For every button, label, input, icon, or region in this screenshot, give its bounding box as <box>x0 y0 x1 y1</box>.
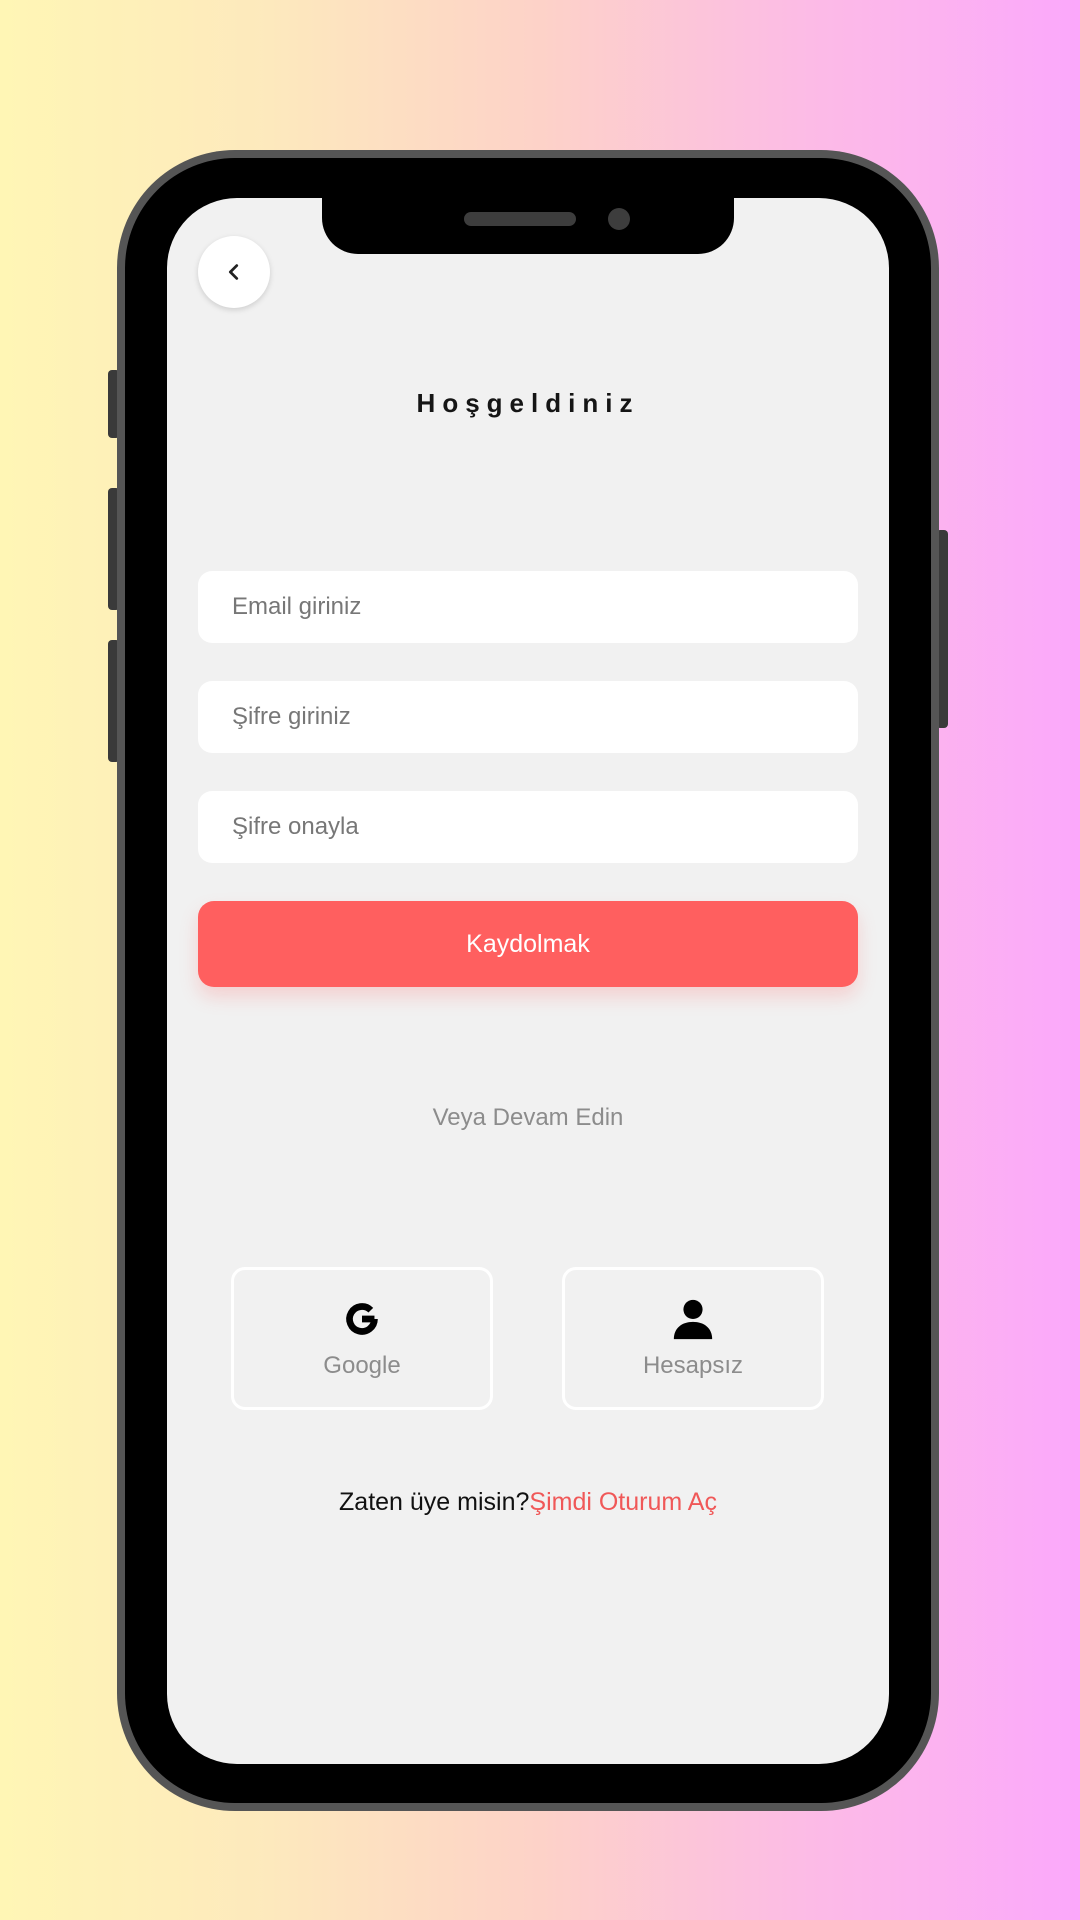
google-login-button[interactable]: Google <box>231 1267 493 1410</box>
confirm-password-field[interactable] <box>198 791 858 863</box>
page-title: Hoşgeldiniz <box>416 388 640 418</box>
google-icon <box>346 1303 378 1335</box>
guest-login-label: Hesapsız <box>642 1352 744 1379</box>
password-field[interactable] <box>198 681 858 753</box>
guest-login-button[interactable]: Hesapsız <box>562 1267 824 1410</box>
google-login-label: Google <box>323 1352 401 1379</box>
person-icon <box>673 1299 713 1340</box>
chevron-left-icon <box>228 264 239 280</box>
or-continue-label: Veya Devam Edin <box>432 1104 624 1131</box>
signin-prompt-text: Zaten üye misin? <box>339 1488 530 1516</box>
signin-prompt: Zaten üye misin?Şimdi Oturum Aç <box>167 1488 889 1517</box>
speaker-grille <box>464 212 576 226</box>
email-field[interactable] <box>198 571 858 643</box>
front-camera <box>608 208 630 230</box>
app-screen: Hoşgeldiniz Kaydolmak Veya Devam Edin Go… <box>167 198 889 1764</box>
signin-link[interactable]: Şimdi Oturum Aç <box>529 1488 717 1516</box>
phone-notch <box>322 198 734 254</box>
signup-button[interactable]: Kaydolmak <box>198 901 858 987</box>
back-button[interactable] <box>198 236 270 308</box>
